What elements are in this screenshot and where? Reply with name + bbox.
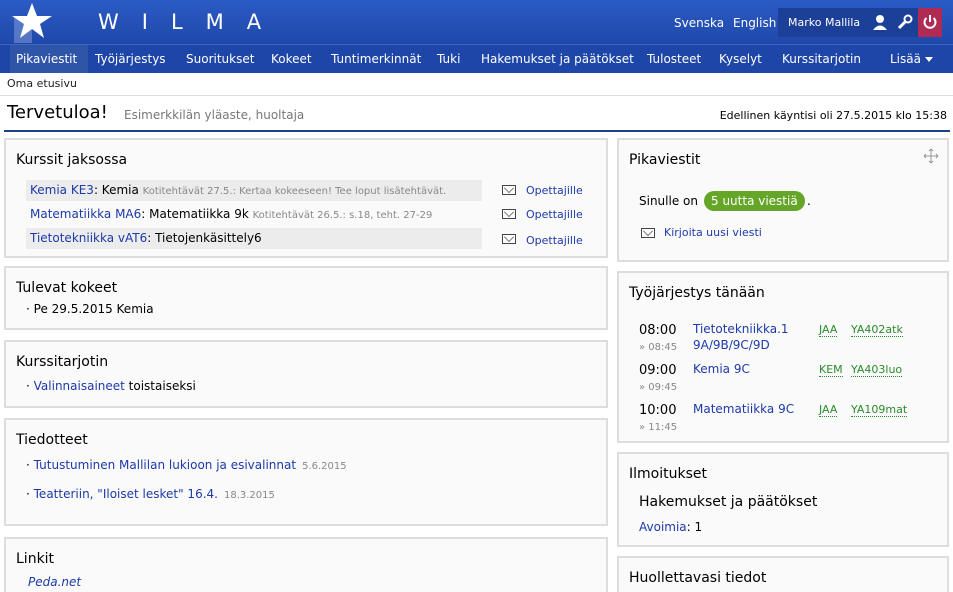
panel-tyojarjestys: Työjärjestys tänään 08:00 » 08:45 Tietot… bbox=[617, 271, 949, 443]
envelope-icon bbox=[502, 185, 516, 195]
nav-tulosteet[interactable]: Tulosteet bbox=[647, 52, 701, 66]
panel-title: Tiedotteet bbox=[16, 432, 88, 448]
panel-title: Tulevat kokeet bbox=[16, 280, 118, 296]
envelope-icon bbox=[502, 234, 516, 244]
power-icon bbox=[923, 15, 937, 29]
panel-title: Työjärjestys tänään bbox=[629, 285, 765, 301]
panel-title: Kurssit jaksossa bbox=[16, 152, 128, 168]
lang-english-link[interactable]: English bbox=[733, 16, 776, 30]
opettajille-link[interactable]: Opettajille bbox=[526, 234, 583, 247]
panel-title: Linkit bbox=[16, 551, 55, 567]
room-link[interactable]: YA402atk bbox=[851, 323, 903, 337]
nav-hakemukset[interactable]: Hakemukset ja päätökset bbox=[481, 52, 634, 66]
panel-title: Pikaviestit bbox=[629, 152, 701, 168]
wrench-icon[interactable] bbox=[896, 13, 914, 31]
new-messages-badge[interactable]: 5 uutta viestiä bbox=[704, 191, 805, 211]
page-subtitle: Esimerkkilän yläaste, huoltaja bbox=[124, 108, 305, 122]
opettajille-link[interactable]: Opettajille bbox=[526, 184, 583, 197]
opettajille-link[interactable]: Opettajille bbox=[526, 208, 583, 221]
announcement-link[interactable]: Tutustuminen Mallilan lukioon ja esivali… bbox=[34, 458, 296, 472]
course-name: : Matematiikka 9k bbox=[141, 207, 249, 221]
homework-note: Kotitehtävät 27.5.: Kertaa kokeeseen! Te… bbox=[142, 186, 447, 197]
teacher-link[interactable]: JAA bbox=[819, 403, 838, 417]
nav-suoritukset[interactable]: Suoritukset bbox=[186, 52, 254, 66]
panel-title: Huollettavasi tiedot bbox=[629, 570, 767, 586]
panel-pikaviestit: Pikaviestit Sinulle on 5 uutta viestiä .… bbox=[617, 138, 949, 262]
panel-kurssit: Kurssit jaksossa Kemia KE3: Kemia Kotite… bbox=[4, 138, 608, 258]
panel-tarjotin: Kurssitarjotin · Valinnaisaineet toistai… bbox=[4, 340, 608, 408]
avoimia-link[interactable]: Avoimia bbox=[639, 520, 687, 534]
list-item: · Pe 29.5.2015 Kemia bbox=[26, 302, 154, 316]
lesson-subject[interactable]: Matematiikka 9C bbox=[693, 402, 794, 416]
nav-tyojarjestys[interactable]: Työjärjestys bbox=[95, 52, 166, 66]
breadcrumb[interactable]: Oma etusivu bbox=[7, 77, 77, 90]
announcement-link[interactable]: Teatteriin, "Iloiset lesket" 16.4. bbox=[34, 487, 218, 501]
envelope-icon bbox=[502, 209, 516, 219]
envelope-icon bbox=[641, 228, 655, 238]
peda-link[interactable]: Peda.net bbox=[28, 575, 81, 589]
header-rule bbox=[4, 130, 950, 132]
message-prefix: Sinulle on bbox=[639, 194, 698, 208]
valinnaisaineet-link[interactable]: Valinnaisaineet bbox=[34, 379, 125, 393]
section-subtitle: Hakemukset ja päätökset bbox=[639, 494, 818, 510]
list-item: · Teatteriin, "Iloiset lesket" 16.4. 18.3… bbox=[26, 487, 275, 501]
lang-svenska-link[interactable]: Svenska bbox=[674, 16, 724, 30]
nav-kyselyt[interactable]: Kyselyt bbox=[719, 52, 762, 66]
panel-ilmoitukset: Ilmoitukset Hakemukset ja päätökset Avoi… bbox=[617, 452, 949, 547]
panel-huollettava: Huollettavasi tiedot bbox=[617, 556, 949, 592]
lesson-start: 10:00 bbox=[639, 403, 677, 418]
list-item: · Tutustuminen Mallilan lukioon ja esiva… bbox=[26, 458, 347, 472]
profile-icon[interactable] bbox=[871, 13, 889, 31]
divider bbox=[0, 95, 953, 96]
panel-title: Ilmoitukset bbox=[629, 466, 707, 482]
logout-button[interactable] bbox=[918, 8, 942, 37]
lesson-subject[interactable]: Tietotekniikka.1 bbox=[693, 322, 789, 336]
app-name: WILMA bbox=[98, 10, 285, 34]
write-message-link[interactable]: Kirjoita uusi viesti bbox=[664, 226, 762, 239]
course-link[interactable]: Tietotekniikka vAT6 bbox=[30, 231, 147, 245]
room-link[interactable]: YA109mat bbox=[851, 403, 908, 417]
nav-kokeet[interactable]: Kokeet bbox=[271, 52, 312, 66]
lesson-end: » 11:45 bbox=[639, 422, 678, 433]
teacher-links-column: Opettajille Opettajille Opettajille bbox=[482, 180, 586, 249]
lesson-start: 09:00 bbox=[639, 363, 677, 378]
teacher-link[interactable]: KEM bbox=[819, 363, 843, 377]
homework-note: Kotitehtävät 26.5.: s.18, teht. 27-29 bbox=[252, 210, 433, 221]
nav-kurssitarjotin[interactable]: Kurssitarjotin bbox=[782, 52, 861, 66]
course-link[interactable]: Kemia KE3 bbox=[30, 183, 94, 197]
nav-tuntimerkinnat[interactable]: Tuntimerkinnät bbox=[331, 52, 421, 66]
page-title: Tervetuloa! bbox=[7, 102, 108, 123]
nav-pikaviestit[interactable]: Pikaviestit bbox=[16, 52, 77, 66]
course-name: : Kemia bbox=[93, 183, 139, 197]
panel-linkit: Linkit Peda.net bbox=[4, 537, 608, 592]
course-link[interactable]: Matematiikka MA6 bbox=[30, 207, 141, 221]
room-link[interactable]: YA403luo bbox=[851, 363, 903, 377]
user-name[interactable]: Marko Mallila bbox=[788, 16, 860, 29]
nav-tuki[interactable]: Tuki bbox=[437, 52, 460, 66]
list-item: · Valinnaisaineet toistaiseksi bbox=[26, 379, 196, 393]
list-item: Avoimia: 1 bbox=[639, 520, 703, 534]
last-visit: Edellinen käyntisi oli 27.5.2015 klo 15:… bbox=[719, 109, 947, 122]
header-bar: WILMA Svenska English Marko Mallila bbox=[0, 0, 953, 44]
course-name: : Tietojenkäsittely6 bbox=[147, 231, 262, 245]
lesson-end: » 08:45 bbox=[639, 342, 678, 353]
wilma-star-logo bbox=[12, 3, 52, 43]
lesson-start: 08:00 bbox=[639, 323, 677, 338]
panel-kokeet: Tulevat kokeet · Pe 29.5.2015 Kemia bbox=[4, 266, 608, 330]
lesson-groups[interactable]: 9A/9B/9C/9D bbox=[693, 338, 770, 352]
chevron-down-icon[interactable] bbox=[925, 57, 933, 62]
panel-tiedotteet: Tiedotteet · Tutustuminen Mallilan lukio… bbox=[4, 418, 608, 526]
lesson-end: » 09:45 bbox=[639, 382, 678, 393]
main-nav: Pikaviestit Työjärjestys Suoritukset Kok… bbox=[0, 44, 953, 73]
nav-lisaa[interactable]: Lisää bbox=[890, 52, 921, 66]
move-icon[interactable] bbox=[923, 148, 939, 164]
message-suffix: . bbox=[807, 194, 811, 208]
lesson-subject[interactable]: Kemia 9C bbox=[693, 362, 750, 376]
panel-title: Kurssitarjotin bbox=[16, 354, 109, 370]
teacher-link[interactable]: JAA bbox=[819, 323, 838, 337]
